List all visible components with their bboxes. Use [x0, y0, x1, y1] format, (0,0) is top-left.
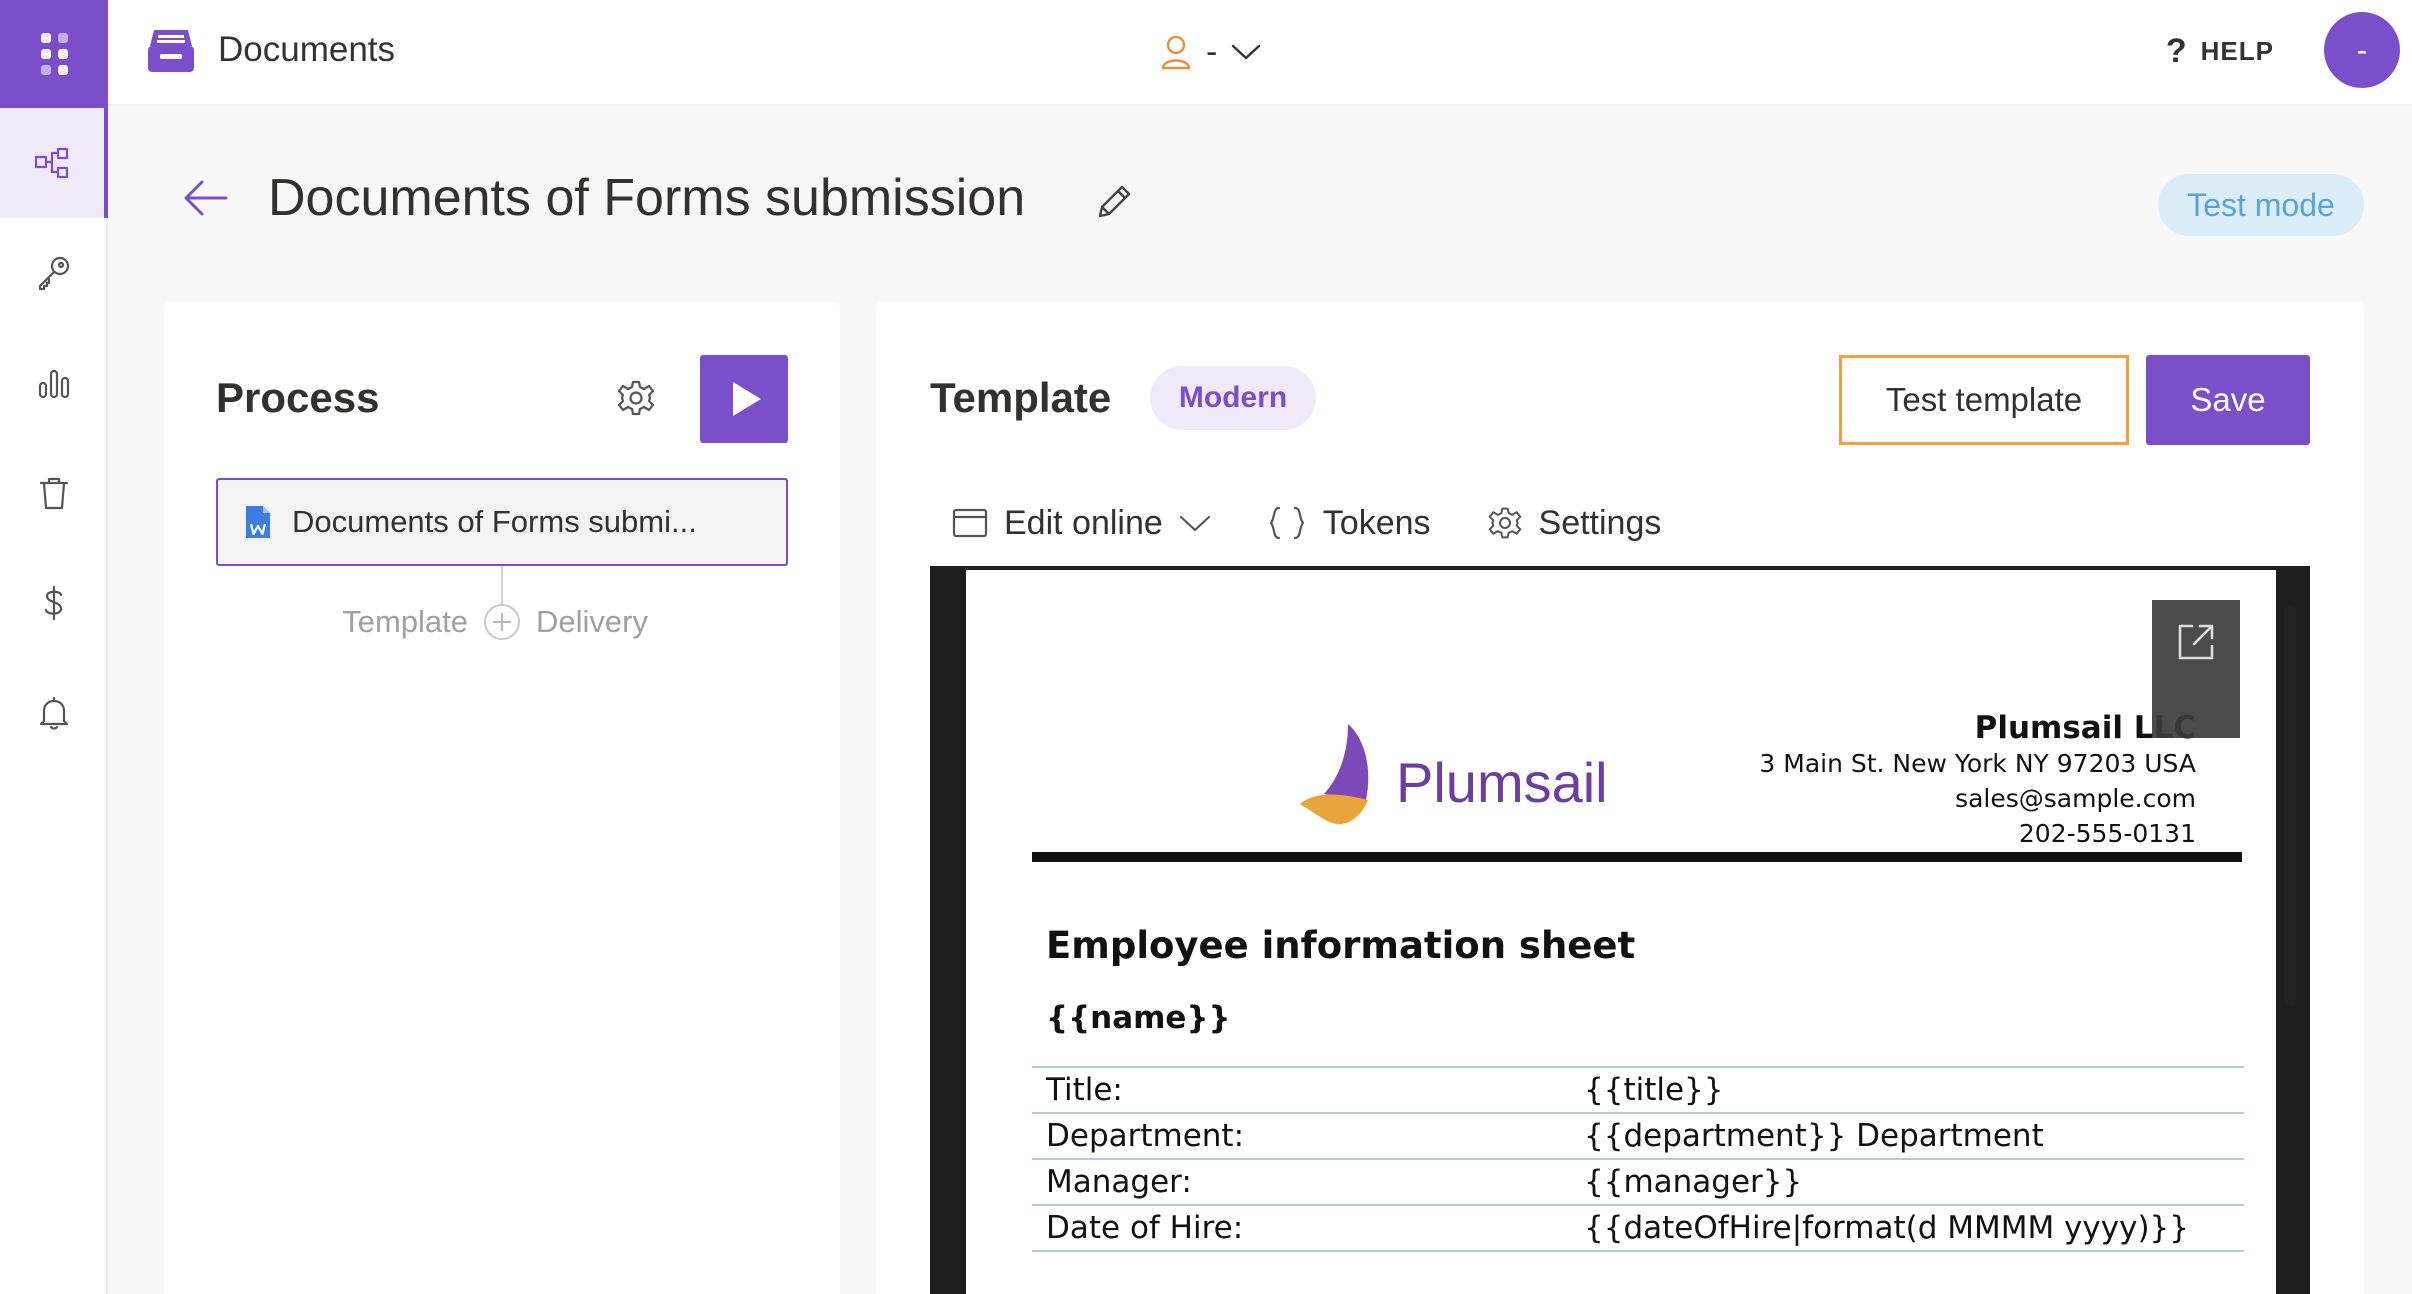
flow-template-label[interactable]: Template: [342, 604, 468, 640]
open-in-new-window-button[interactable]: [2152, 600, 2240, 738]
document-preview[interactable]: Plumsail Plumsail LLC 3 Main St. New Yor…: [930, 566, 2310, 1294]
document-brand: Plumsail: [1396, 751, 1608, 814]
chevron-down-icon: [1232, 44, 1261, 60]
app-title: Documents: [218, 30, 396, 69]
save-button[interactable]: Save: [2146, 355, 2310, 445]
left-sidebar: [0, 0, 108, 1294]
chevron-down-icon[interactable]: [1179, 513, 1211, 533]
tokens-label: Tokens: [1322, 503, 1431, 542]
company-phone: 202-555-0131: [2018, 819, 2196, 848]
document-page: Plumsail Plumsail LLC 3 Main St. New Yor…: [966, 570, 2276, 1294]
process-panel: Process Documents of Forms submi... Temp…: [164, 302, 840, 1294]
gear-icon[interactable]: [616, 378, 656, 418]
table-row: Title: {{title}}: [1032, 1068, 2244, 1114]
flow-icon: [34, 147, 69, 179]
play-icon: [733, 382, 761, 416]
tokens-button[interactable]: Tokens: [1267, 504, 1431, 543]
trash-icon: [39, 477, 69, 510]
account-name: -: [1206, 33, 1218, 71]
process-step-label: Documents of Forms submi...: [292, 504, 697, 539]
template-style-badge: Modern: [1150, 366, 1316, 430]
company-address: 3 Main St. New York NY 97203 USA: [1759, 749, 2196, 778]
template-heading: Template: [930, 374, 1112, 421]
company-name: Plumsail LLC: [1974, 710, 2196, 746]
test-template-button[interactable]: Test template: [1839, 355, 2129, 445]
add-step-icon[interactable]: [484, 604, 520, 640]
row-key: Manager:: [1046, 1164, 1192, 1200]
page-title: Documents of Forms submission: [268, 169, 1026, 227]
settings-label: Settings: [1538, 503, 1662, 542]
process-step-document[interactable]: Documents of Forms submi...: [216, 478, 788, 566]
sidebar-item-processes[interactable]: [0, 108, 108, 218]
row-value: {{manager}}: [1584, 1164, 1803, 1200]
template-toolbar: Edit online Tokens Settings: [952, 498, 1717, 548]
avatar[interactable]: -: [2324, 12, 2400, 88]
braces-icon: [1269, 506, 1304, 540]
company-block: Plumsail LLC 3 Main St. New York NY 9720…: [1759, 710, 2196, 851]
word-file-icon: [246, 506, 270, 538]
documents-app-icon: [148, 30, 194, 72]
flow-steps: Template Delivery: [164, 598, 840, 648]
bar-chart-icon: [38, 369, 70, 399]
run-process-button[interactable]: [700, 355, 788, 443]
row-value: {{dateOfHire|format(d MMMM yyyy)}}: [1584, 1210, 2189, 1246]
sidebar-item-billing[interactable]: [0, 548, 108, 658]
name-token: {{name}}: [1046, 1000, 1231, 1036]
back-arrow-icon[interactable]: [182, 176, 230, 220]
preview-scrollbar[interactable]: [2284, 606, 2296, 1006]
table-row: Manager: {{manager}}: [1032, 1160, 2244, 1206]
window-icon: [952, 508, 988, 538]
sidebar-item-reports[interactable]: [0, 328, 108, 438]
process-heading: Process: [216, 374, 380, 421]
header-divider: [1032, 852, 2242, 862]
sidebar-item-trash[interactable]: [0, 438, 108, 548]
external-link-icon: [2178, 624, 2214, 660]
pencil-icon[interactable]: [1094, 180, 1136, 222]
sidebar-item-keys[interactable]: [0, 218, 108, 328]
edit-online-button[interactable]: Edit online: [952, 504, 1211, 543]
user-icon: [1161, 35, 1191, 70]
sheet-title: Employee information sheet: [1046, 924, 1636, 967]
dollar-icon: [44, 585, 63, 621]
gear-icon: [1488, 507, 1521, 539]
key-icon: [38, 256, 70, 291]
account-switcher[interactable]: -: [1160, 32, 1261, 72]
template-settings-button[interactable]: Settings: [1487, 503, 1662, 543]
grid-icon: [40, 33, 68, 75]
top-bar: Documents - ? HELP -: [108, 0, 2412, 106]
row-key: Department:: [1046, 1118, 1245, 1154]
plumsail-logo-icon: [1300, 724, 1369, 825]
row-value: {{title}}: [1584, 1072, 1724, 1108]
row-key: Title:: [1046, 1072, 1123, 1108]
help-label: HELP: [2200, 36, 2274, 66]
info-table: Title: {{title}} Department: {{departmen…: [1032, 1066, 2244, 1252]
edit-online-label: Edit online: [1004, 503, 1163, 542]
table-row: Department: {{department}} Department: [1032, 1114, 2244, 1160]
test-mode-toggle[interactable]: Test mode: [2158, 174, 2364, 236]
company-email: sales@sample.com: [1955, 784, 2196, 813]
row-key: Date of Hire:: [1046, 1210, 1244, 1246]
table-row: Date of Hire: {{dateOfHire|format(d MMMM…: [1032, 1206, 2244, 1252]
bell-icon: [39, 696, 69, 730]
template-panel: Template Modern Test template Save Edit …: [876, 302, 2364, 1294]
question-icon: ?: [2165, 32, 2187, 70]
help-button[interactable]: ? HELP: [2166, 32, 2274, 71]
app-launcher-button[interactable]: [0, 0, 108, 108]
flow-delivery-label[interactable]: Delivery: [536, 604, 648, 640]
sidebar-item-notifications[interactable]: [0, 658, 108, 768]
row-value: {{department}} Department: [1584, 1118, 2044, 1154]
